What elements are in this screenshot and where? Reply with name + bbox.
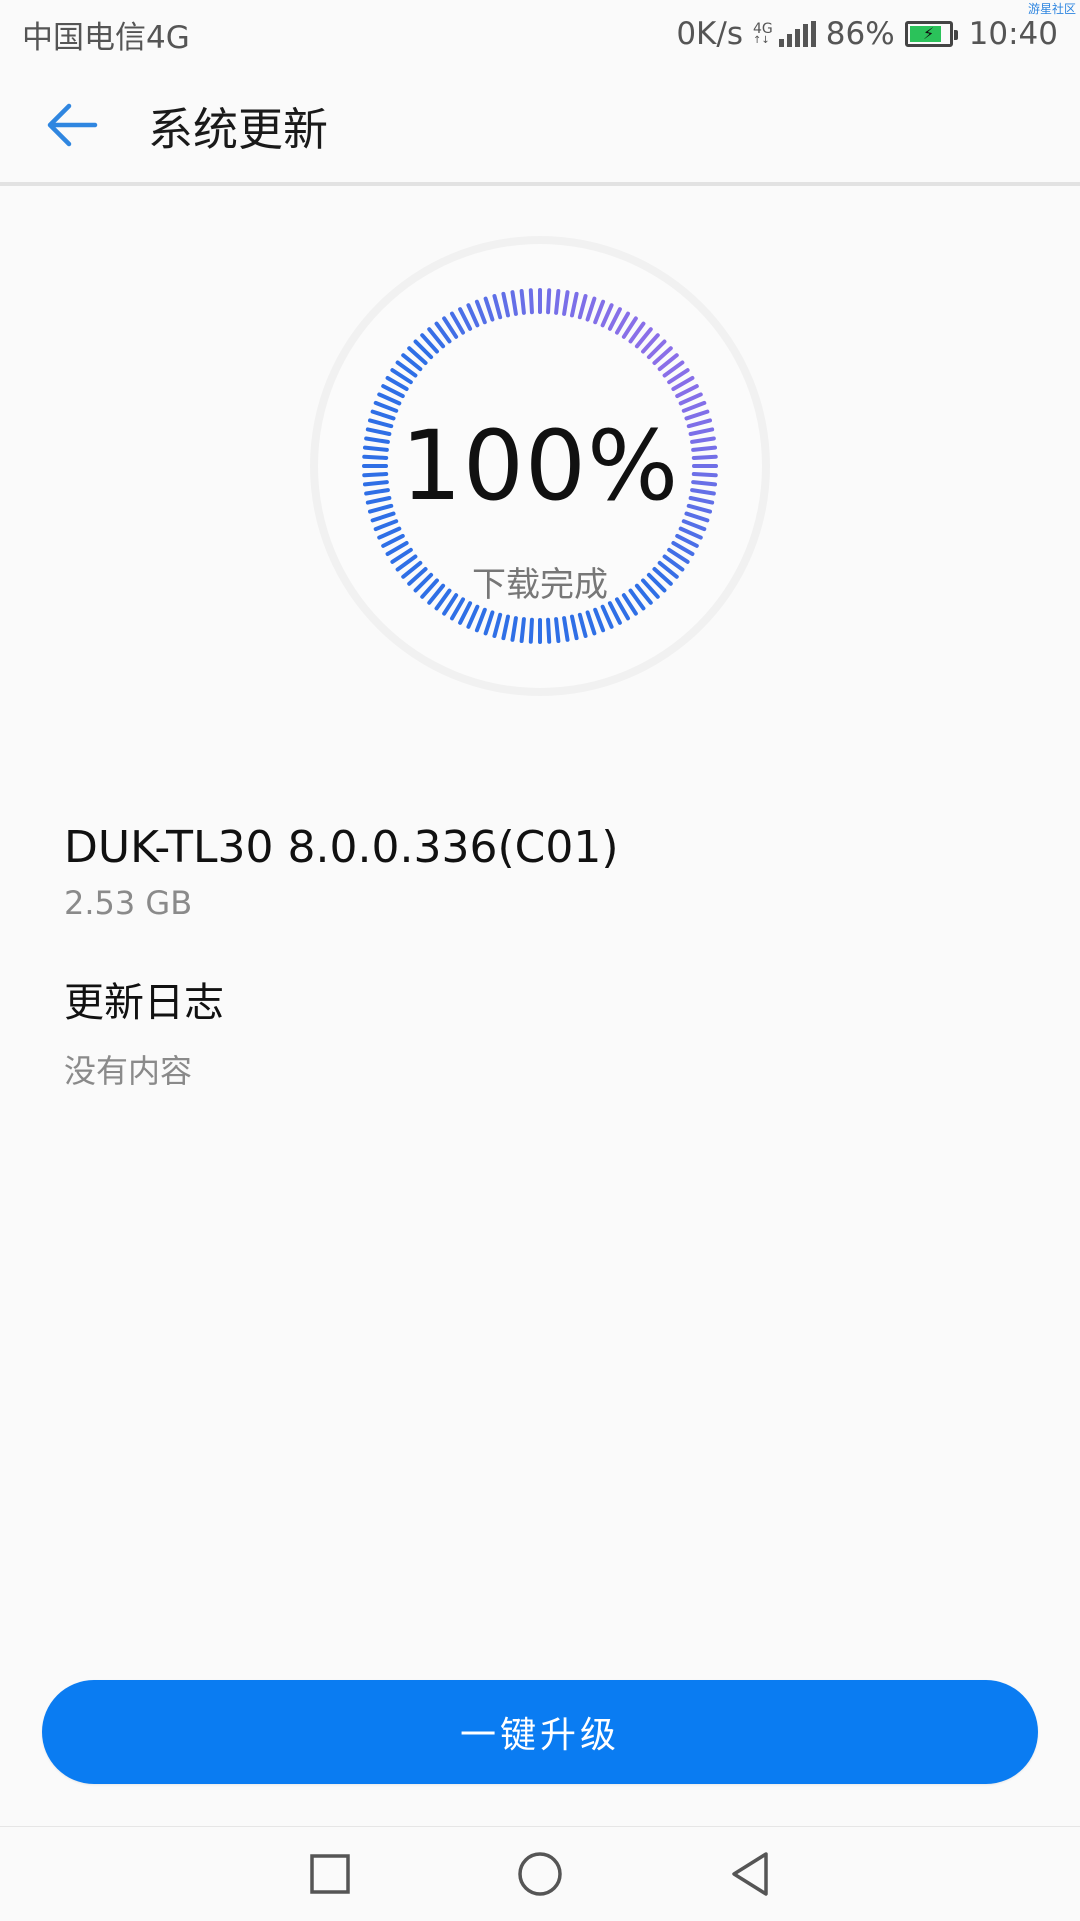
progress-tick — [528, 288, 534, 315]
navigation-bar — [0, 1826, 1080, 1920]
progress-tick — [546, 288, 552, 315]
package-version: DUK-TL30 8.0.0.336(C01) — [64, 822, 619, 873]
home-button[interactable] — [480, 1827, 600, 1921]
signal-icon — [778, 21, 816, 47]
progress-tick — [554, 288, 561, 315]
package-size: 2.53 GB — [64, 884, 193, 922]
carrier-label: 中国电信4G — [22, 19, 190, 56]
progress-tick — [554, 617, 561, 644]
progress-tick — [519, 617, 526, 644]
progress-tick — [528, 617, 534, 644]
status-bar: 中国电信4G 0K/s 4G ↑↓ 86% ⚡ 10:40 游星社区 — [0, 0, 1080, 68]
page-title: 系统更新 — [148, 102, 329, 156]
network-type-icon: 4G ↑↓ — [752, 21, 773, 46]
battery-percent: 86% — [825, 16, 895, 52]
square-icon — [310, 1854, 350, 1894]
changelog-content: 没有内容 — [64, 1052, 193, 1090]
changelog-title: 更新日志 — [64, 980, 224, 1026]
watermark-text: 游星社区 — [1027, 2, 1076, 16]
circle-icon — [518, 1852, 562, 1896]
net-speed: 0K/s — [676, 16, 743, 52]
clock: 10:40 — [968, 16, 1058, 52]
download-progress-ring: 100% 下载完成 — [306, 232, 774, 700]
progress-percent: 100% — [400, 410, 680, 522]
arrow-left-icon — [47, 103, 98, 147]
status-icons: 0K/s 4G ↑↓ 86% ⚡ 10:40 — [676, 16, 1058, 52]
nav-back-button[interactable] — [690, 1827, 810, 1921]
back-button[interactable] — [32, 85, 112, 165]
one-click-upgrade-button[interactable]: 一键升级 — [42, 1680, 1038, 1784]
progress-tick — [519, 288, 526, 315]
recents-button[interactable] — [270, 1827, 390, 1921]
battery-icon: ⚡ — [904, 21, 958, 47]
charging-icon: ⚡ — [923, 24, 935, 43]
progress-tick — [546, 617, 552, 644]
triangle-back-icon — [732, 1852, 768, 1896]
progress-status: 下载完成 — [472, 565, 608, 605]
app-bar: 系统更新 — [0, 68, 1080, 186]
